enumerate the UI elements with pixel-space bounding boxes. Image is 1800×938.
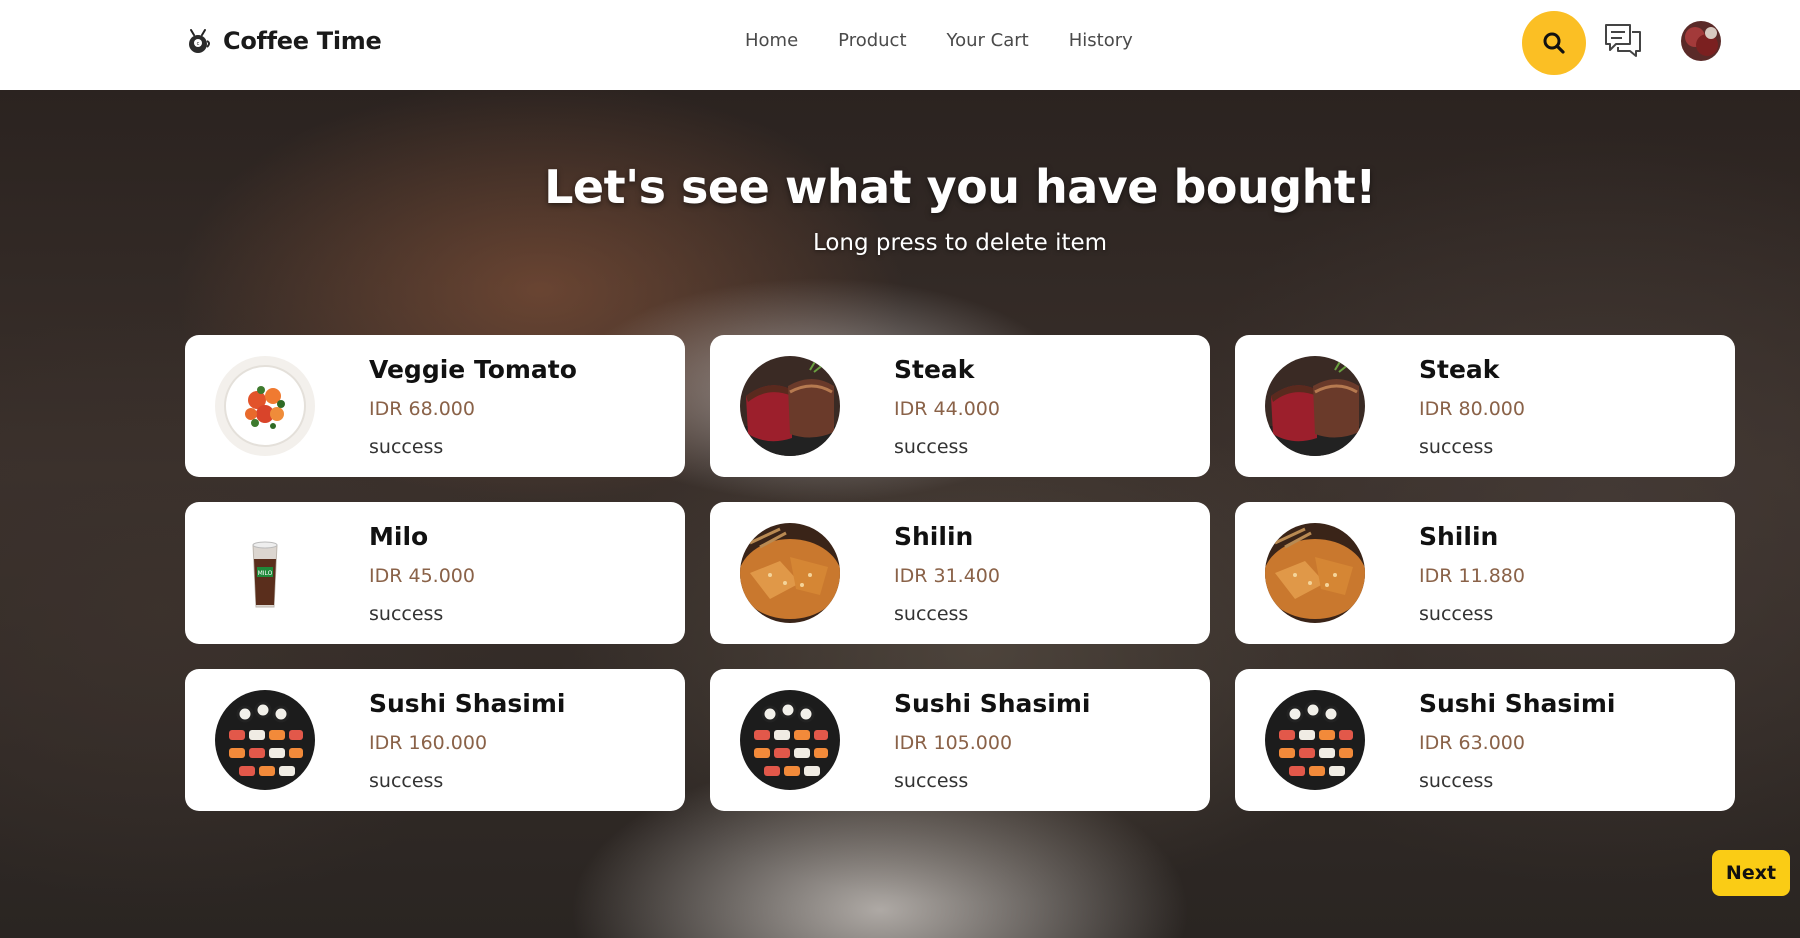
nav-history[interactable]: History	[1069, 30, 1133, 51]
item-status: success	[894, 436, 969, 458]
history-grid: Veggie Tomato IDR 68.000 success Steak I…	[185, 335, 1735, 811]
history-item-card[interactable]: MILO Milo IDR 45.000 success	[185, 502, 685, 644]
next-button[interactable]: Next	[1712, 850, 1790, 896]
history-item-card[interactable]: Steak IDR 80.000 success	[1235, 335, 1735, 477]
top-navbar: c Coffee Time Home Product Your Cart His…	[0, 0, 1800, 90]
item-price: IDR 105.000	[894, 732, 1013, 754]
coffee-mug-icon: c	[189, 29, 210, 53]
app-name: Coffee Time	[223, 27, 382, 55]
history-item-card[interactable]: Shilin IDR 31.400 success	[710, 502, 1210, 644]
item-status: success	[1419, 603, 1494, 625]
search-button[interactable]	[1522, 11, 1586, 75]
nav-product[interactable]: Product	[838, 30, 906, 51]
history-item-card[interactable]: Sushi Shasimi IDR 63.000 success	[1235, 669, 1735, 811]
item-name: Steak	[894, 355, 975, 384]
item-image	[740, 690, 840, 790]
item-image	[740, 523, 840, 623]
item-status: success	[1419, 436, 1494, 458]
nav-home[interactable]: Home	[745, 30, 798, 51]
item-status: success	[1419, 770, 1494, 792]
item-status: success	[894, 770, 969, 792]
item-price: IDR 80.000	[1419, 398, 1525, 420]
item-image	[215, 690, 315, 790]
history-item-card[interactable]: Sushi Shasimi IDR 105.000 success	[710, 669, 1210, 811]
item-image	[1265, 690, 1365, 790]
svg-text:MILO: MILO	[258, 570, 273, 577]
item-image	[740, 356, 840, 456]
main-nav: Home Product Your Cart History	[745, 30, 1133, 51]
item-price: IDR 68.000	[369, 398, 475, 420]
item-status: success	[369, 436, 444, 458]
item-image	[1265, 356, 1365, 456]
item-name: Milo	[369, 522, 429, 551]
user-avatar[interactable]	[1681, 21, 1721, 61]
item-name: Sushi Shasimi	[894, 689, 1091, 718]
item-price: IDR 45.000	[369, 565, 475, 587]
history-item-card[interactable]: Sushi Shasimi IDR 160.000 success	[185, 669, 685, 811]
chat-button[interactable]	[1602, 20, 1644, 62]
history-item-card[interactable]: Shilin IDR 11.880 success	[1235, 502, 1735, 644]
page-title: Let's see what you have bought!	[544, 160, 1376, 214]
avatar-image	[1681, 21, 1721, 61]
item-price: IDR 160.000	[369, 732, 488, 754]
item-name: Sushi Shasimi	[369, 689, 566, 718]
item-name: Veggie Tomato	[369, 355, 577, 384]
item-price: IDR 11.880	[1419, 565, 1525, 587]
svg-text:c: c	[197, 41, 200, 47]
item-name: Sushi Shasimi	[1419, 689, 1616, 718]
item-image	[1265, 523, 1365, 623]
brand-logo[interactable]: c Coffee Time	[183, 26, 382, 56]
item-image	[215, 356, 315, 456]
history-item-card[interactable]: Steak IDR 44.000 success	[710, 335, 1210, 477]
page-subtitle: Long press to delete item	[812, 230, 1108, 256]
nav-your-cart[interactable]: Your Cart	[947, 30, 1029, 51]
history-item-card[interactable]: Veggie Tomato IDR 68.000 success	[185, 335, 685, 477]
item-status: success	[369, 603, 444, 625]
item-name: Shilin	[894, 522, 974, 551]
item-status: success	[369, 770, 444, 792]
item-price: IDR 31.400	[894, 565, 1000, 587]
item-name: Steak	[1419, 355, 1500, 384]
search-icon	[1543, 32, 1565, 54]
item-image: MILO	[215, 523, 315, 623]
item-price: IDR 63.000	[1419, 732, 1525, 754]
chat-bubbles-icon	[1605, 24, 1641, 57]
item-price: IDR 44.000	[894, 398, 1000, 420]
item-name: Shilin	[1419, 522, 1499, 551]
item-status: success	[894, 603, 969, 625]
